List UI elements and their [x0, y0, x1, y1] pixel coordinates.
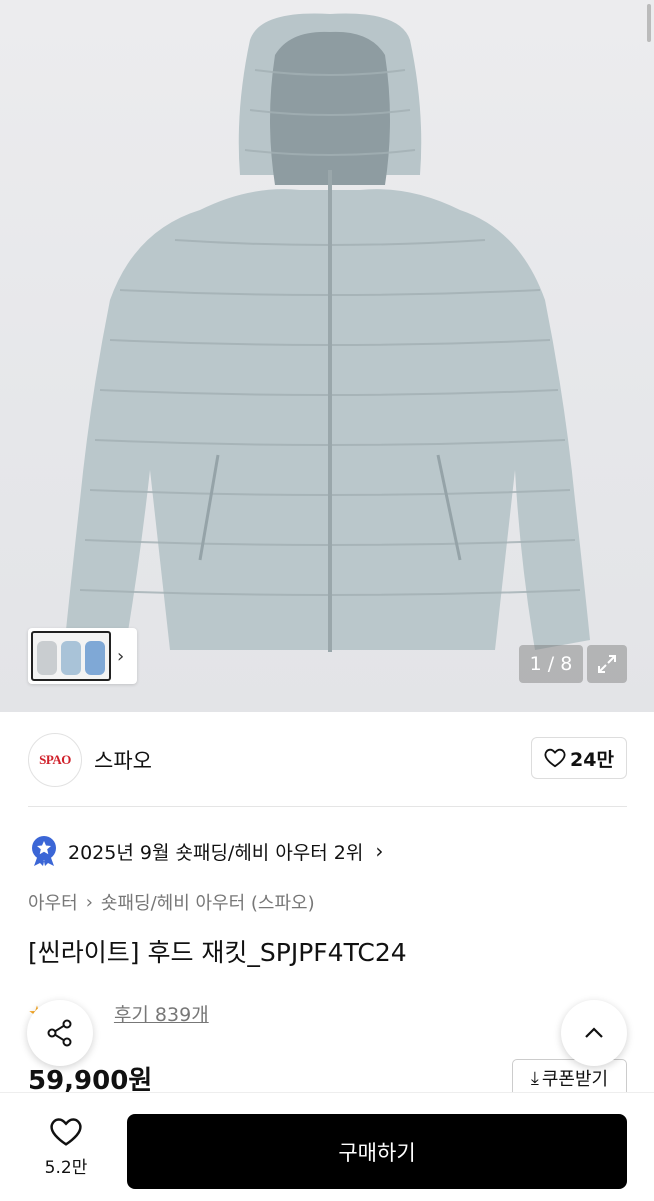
breadcrumb-category[interactable]: 아우터 — [28, 889, 78, 915]
wish-button[interactable]: 5.2만 — [30, 1117, 102, 1178]
scrollbar[interactable] — [647, 4, 651, 42]
breadcrumb: 아우터 › 숏패딩/헤비 아우터 (스파오) — [28, 889, 315, 915]
review-link[interactable]: 후기 839개 — [114, 1000, 209, 1027]
brand-logo[interactable]: SPAO — [28, 733, 82, 787]
brand-row: SPAO 스파오 24만 — [28, 732, 627, 787]
wish-count: 5.2만 — [44, 1158, 88, 1178]
brand-like-button[interactable]: 24만 — [531, 737, 627, 779]
rank-badge-icon — [32, 836, 56, 866]
buy-button[interactable]: 구매하기 — [127, 1114, 627, 1189]
product-photo — [65, 13, 590, 652]
divider — [28, 806, 627, 807]
ranking-link[interactable]: 2025년 9월 숏패딩/헤비 아우터 2위 › — [30, 834, 383, 868]
chevron-up-icon — [585, 1027, 603, 1038]
heart-icon — [50, 1118, 82, 1146]
scroll-top-button[interactable] — [561, 1000, 627, 1066]
bottom-bar: 5.2만 구매하기 — [0, 1092, 654, 1201]
brand-name[interactable]: 스파오 — [94, 745, 152, 775]
chevron-right-icon[interactable]: › — [117, 646, 124, 667]
coupon-label: 쿠폰받기 — [541, 1069, 609, 1090]
color-thumbnail-image — [31, 631, 111, 681]
chevron-right-icon: › — [375, 839, 384, 863]
breadcrumb-subcategory[interactable]: 숏패딩/헤비 아우터 (스파오) — [101, 889, 315, 915]
ranking-text: 2025년 9월 숏패딩/헤비 아우터 2위 — [68, 841, 364, 864]
chevron-right-icon: › — [85, 891, 93, 913]
image-counter: 1 / 8 — [519, 645, 583, 683]
brand-like-count: 24만 — [570, 748, 614, 771]
share-button[interactable] — [27, 1000, 93, 1066]
share-icon — [47, 1019, 72, 1047]
product-title: [씬라이트] 후드 재킷_SPJPF4TC24 — [28, 938, 407, 967]
heart-icon — [544, 748, 566, 768]
download-icon: ⤓ — [530, 1067, 539, 1089]
product-image-gallery[interactable]: › 1 / 8 — [0, 0, 654, 712]
expand-icon[interactable] — [587, 645, 627, 683]
color-thumbnails[interactable]: › — [28, 628, 137, 684]
